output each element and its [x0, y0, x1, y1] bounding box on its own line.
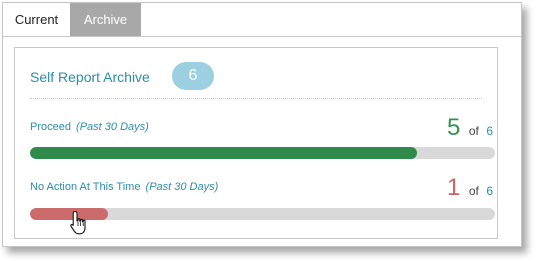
no-action-of: of — [468, 184, 479, 198]
proceed-progress-fill — [30, 147, 418, 159]
tab-current[interactable]: Current — [3, 3, 70, 36]
proceed-label: Proceed (Past 30 Days) — [30, 121, 149, 133]
self-report-window: Current Archive Self Report Archive 6 Pr… — [2, 2, 522, 247]
proceed-progress-bar — [30, 147, 495, 159]
count-badge: 6 — [172, 62, 214, 90]
no-action-period: (Past 30 Days) — [145, 181, 219, 193]
proceed-value: 5 — [447, 114, 461, 141]
hand-pointer-icon — [70, 210, 86, 235]
tab-bar: Current Archive — [3, 3, 521, 37]
proceed-count: 5 of 6 — [447, 114, 493, 142]
proceed-period: (Past 30 Days) — [76, 121, 149, 133]
card-header: Self Report Archive 6 — [30, 62, 482, 99]
no-action-value: 1 — [447, 174, 461, 201]
proceed-of: of — [468, 124, 479, 138]
no-action-count: 1 of 6 — [447, 174, 493, 202]
no-action-label: No Action At This Time (Past 30 Days) — [30, 181, 218, 193]
card-title: Self Report Archive — [30, 69, 150, 85]
no-action-label-text: No Action At This Time — [30, 181, 141, 193]
no-action-progress-bar[interactable] — [30, 208, 495, 220]
proceed-total: 6 — [486, 124, 493, 138]
tab-archive[interactable]: Archive — [70, 3, 141, 36]
proceed-label-text: Proceed — [30, 121, 71, 133]
no-action-total: 6 — [486, 184, 493, 198]
